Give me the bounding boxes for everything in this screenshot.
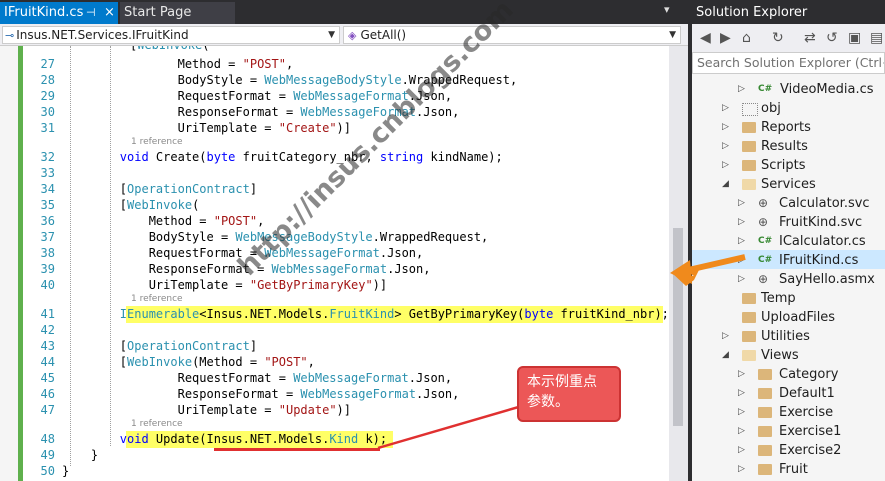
- pointer-arrow-shaft: [683, 254, 746, 274]
- callout-text-line1: 本示例重点: [527, 374, 597, 390]
- callout-text-line2: 参数。: [527, 394, 569, 410]
- callout-leader-line: [377, 404, 523, 450]
- callout-note: 本示例重点 参数。: [517, 366, 621, 422]
